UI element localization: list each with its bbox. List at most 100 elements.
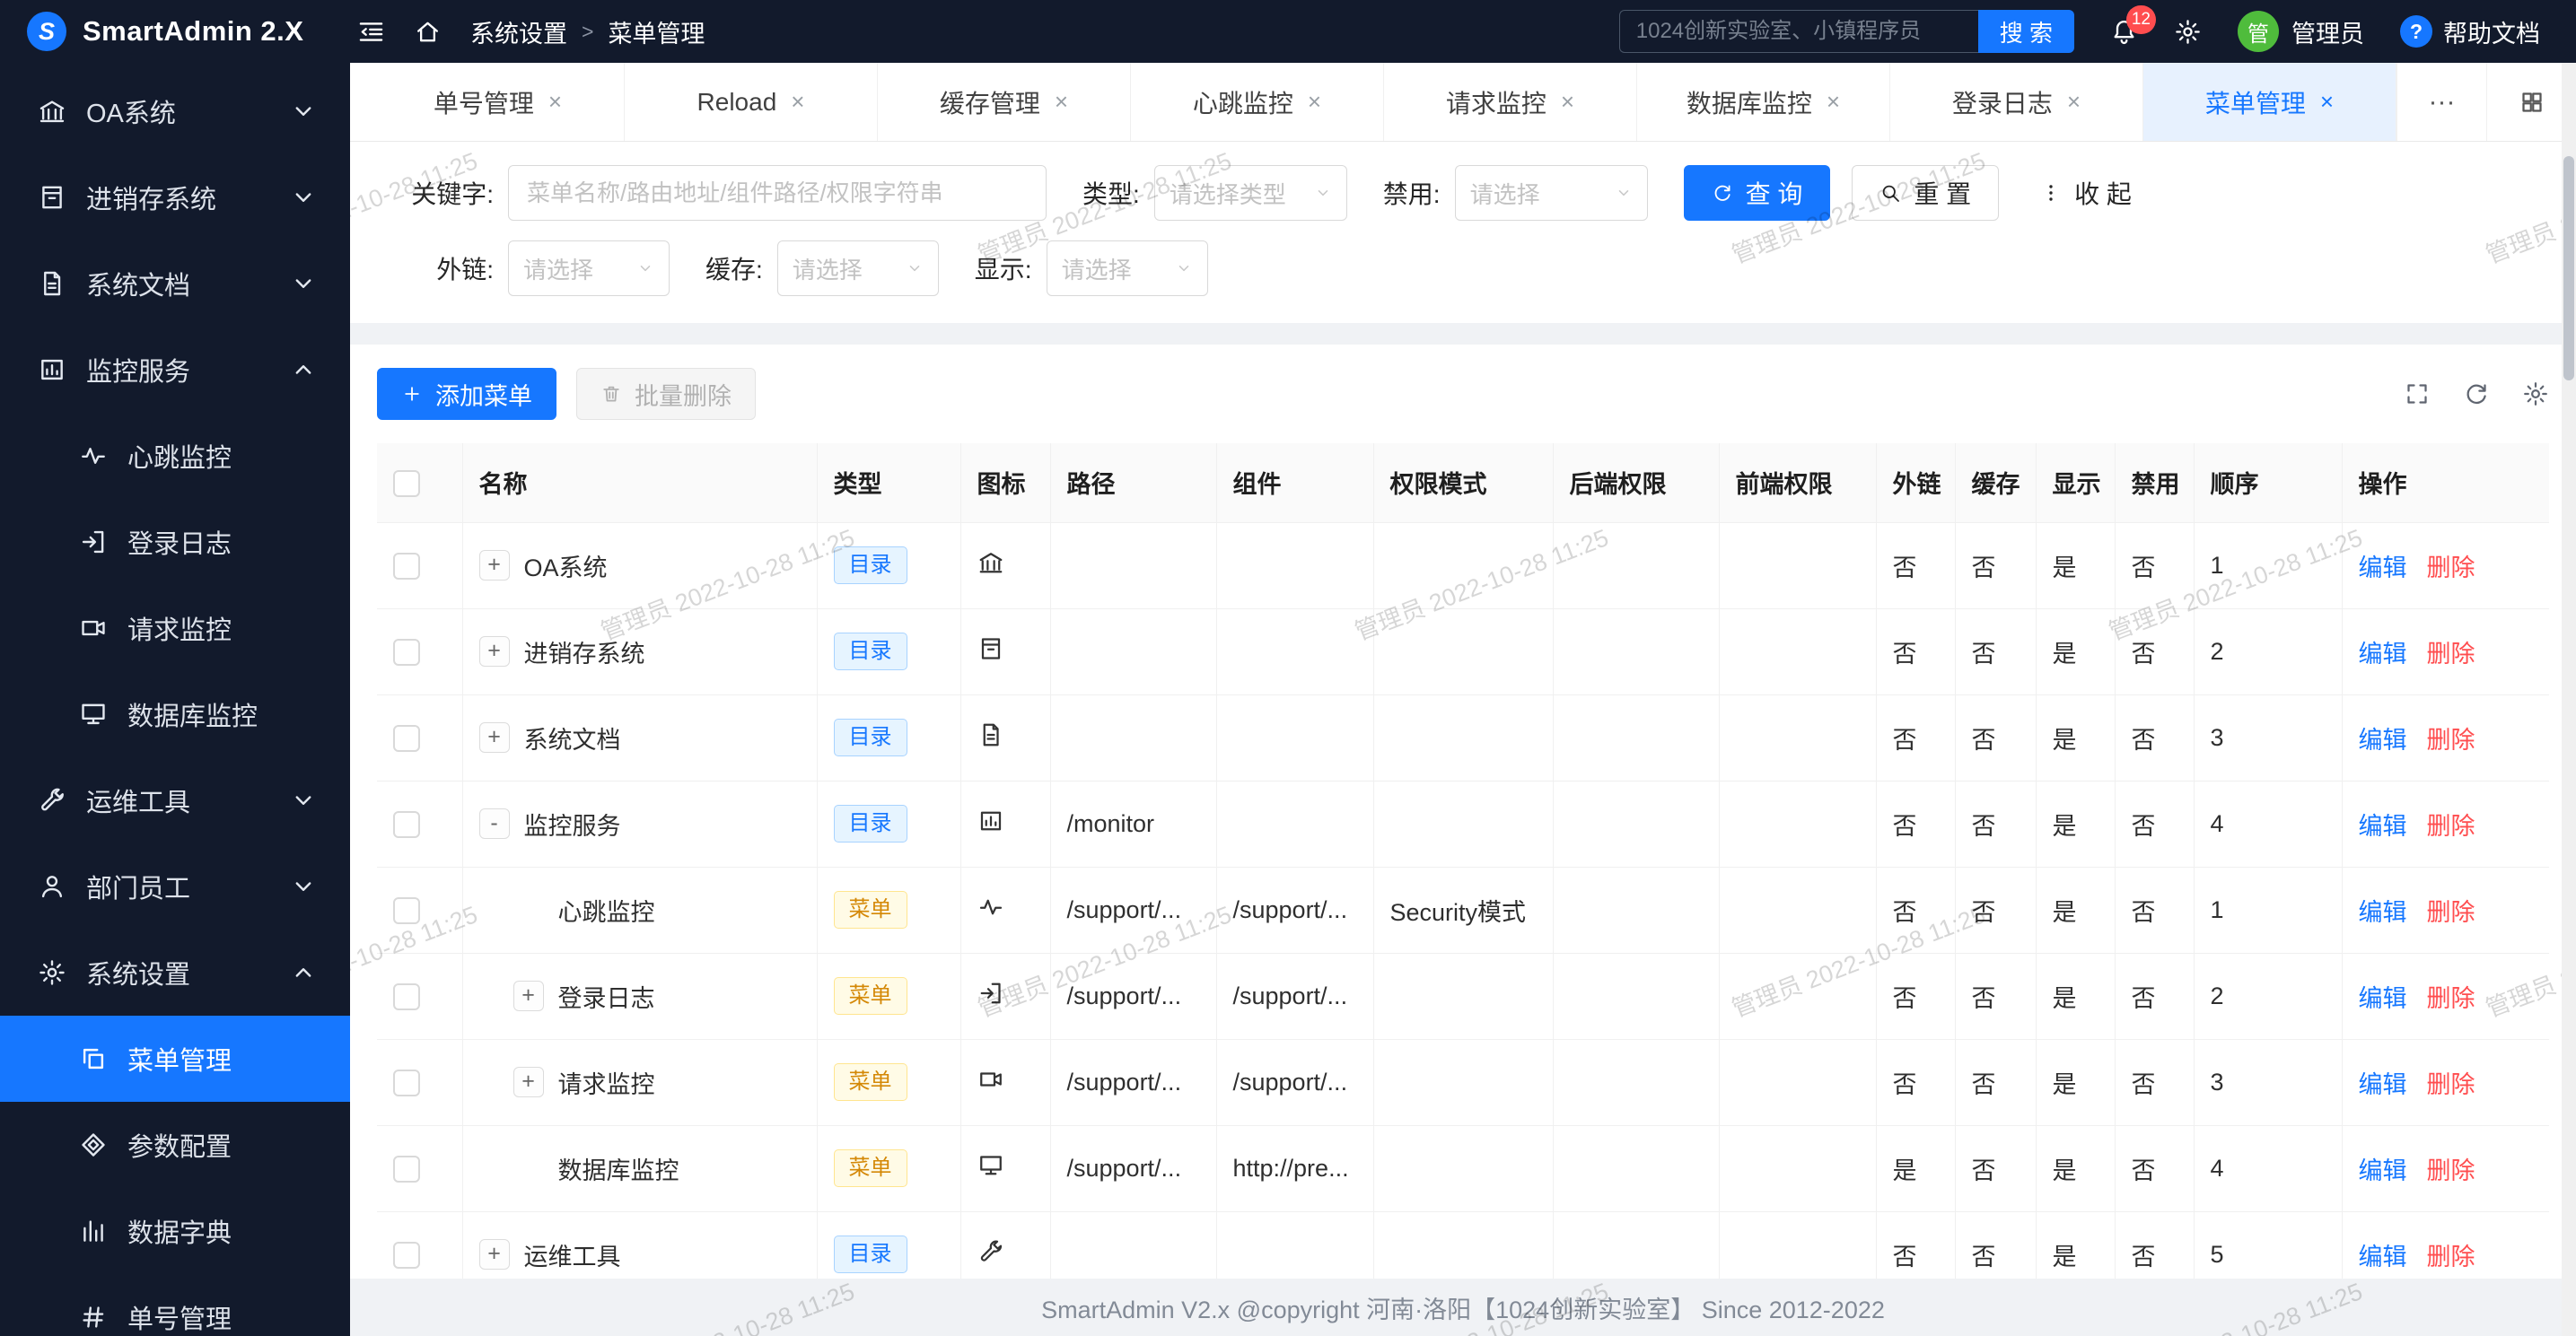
disabled-select[interactable]: 请选择 [1455,165,1648,221]
row-checkbox[interactable] [393,639,420,666]
table-settings-icon[interactable] [2522,380,2549,407]
delete-link[interactable]: 删除 [2427,985,2475,1012]
tabs-more-button[interactable]: ··· [2396,63,2486,141]
sidebar-item[interactable]: 数据字典 [0,1188,350,1274]
collapse-filters-button[interactable]: 收 起 [2013,165,2159,221]
edit-link[interactable]: 编辑 [2359,641,2407,668]
tab-close-icon[interactable]: × [1308,88,1321,116]
delete-link[interactable]: 删除 [2427,813,2475,840]
tab-item[interactable]: 数据库监控× [1637,63,1890,141]
edit-link[interactable]: 编辑 [2359,727,2407,754]
scrollbar[interactable] [2562,63,2576,1336]
expand-row-button[interactable]: + [513,981,544,1011]
home-icon[interactable] [414,18,442,46]
keyword-input[interactable] [508,165,1047,221]
cache-select[interactable]: 请选择 [777,240,939,296]
expand-row-button[interactable]: + [479,636,510,667]
display-select[interactable]: 请选择 [1047,240,1208,296]
delete-link[interactable]: 删除 [2427,554,2475,581]
delete-link[interactable]: 删除 [2427,1244,2475,1271]
expand-row-button[interactable]: + [513,1067,544,1097]
collapse-row-button[interactable]: - [479,808,510,839]
query-button[interactable]: 查 询 [1684,165,1831,221]
icon-cell [960,522,1050,608]
sidebar-item[interactable]: 部门员工 [0,843,350,930]
sidebar-item[interactable]: 登录日志 [0,499,350,585]
global-search-input[interactable] [1619,10,1978,53]
tab-item[interactable]: 缓存管理× [878,63,1131,141]
tab-close-icon[interactable]: × [2320,88,2334,116]
batch-delete-button[interactable]: 批量删除 [576,368,756,420]
delete-link[interactable]: 删除 [2427,1157,2475,1184]
tab-close-icon[interactable]: × [1827,88,1840,116]
fullscreen-icon[interactable] [2404,380,2431,407]
delete-link[interactable]: 删除 [2427,641,2475,668]
param-icon [79,1131,108,1159]
row-checkbox[interactable] [393,1070,420,1096]
add-menu-button[interactable]: 添加菜单 [377,368,556,420]
row-checkbox[interactable] [393,1156,420,1183]
tab-close-icon[interactable]: × [1055,88,1068,116]
sidebar-item[interactable]: 参数配置 [0,1102,350,1188]
sidebar-item[interactable]: 数据库监控 [0,671,350,757]
breadcrumb-section[interactable]: 系统设置 [470,14,567,49]
delete-link[interactable]: 删除 [2427,727,2475,754]
icon-cell [960,694,1050,781]
sidebar-item[interactable]: 单号管理 [0,1274,350,1336]
row-checkbox[interactable] [393,983,420,1010]
external-select[interactable]: 请选择 [508,240,670,296]
refresh-table-icon[interactable] [2463,380,2490,407]
row-checkbox[interactable] [393,725,420,752]
row-checkbox[interactable] [393,811,420,838]
row-checkbox[interactable] [393,1242,420,1269]
edit-link[interactable]: 编辑 [2359,1071,2407,1098]
delete-link[interactable]: 删除 [2427,899,2475,926]
tab-item[interactable]: 心跳监控× [1131,63,1384,141]
row-name: 心跳监控 [558,893,655,928]
expand-row-button[interactable]: + [479,550,510,581]
row-checkbox[interactable] [393,470,420,497]
scrollbar-thumb[interactable] [2563,156,2574,380]
sidebar-item[interactable]: OA系统 [0,68,350,154]
tab-close-icon[interactable]: × [1561,88,1574,116]
type-cell: 目录 [817,1211,960,1279]
row-checkbox[interactable] [393,553,420,580]
sidebar-item[interactable]: 进销存系统 [0,154,350,240]
logo[interactable]: S SmartAdmin 2.X [0,12,350,51]
type-select[interactable]: 请选择类型 [1154,165,1347,221]
row-checkbox[interactable] [393,897,420,924]
sidebar-item[interactable]: 心跳监控 [0,413,350,499]
sidebar-item[interactable]: 系统设置 [0,930,350,1016]
tab-close-icon[interactable]: × [2067,88,2081,116]
expand-row-button[interactable]: + [479,722,510,753]
tab-item[interactable]: 登录日志× [1890,63,2143,141]
sidebar-item[interactable]: 运维工具 [0,757,350,843]
tab-close-icon[interactable]: × [548,88,562,116]
edit-link[interactable]: 编辑 [2359,554,2407,581]
edit-link[interactable]: 编辑 [2359,1157,2407,1184]
notification-badge: 12 [2126,5,2156,34]
tab-item[interactable]: Reload× [625,63,878,141]
tab-close-icon[interactable]: × [791,88,804,116]
notifications-button[interactable]: 12 [2110,18,2138,46]
collapse-sidebar-icon[interactable] [357,18,385,46]
tab-item[interactable]: 菜单管理× [2143,63,2396,141]
edit-link[interactable]: 编辑 [2359,813,2407,840]
user-menu[interactable]: 管 管理员 [2238,11,2364,52]
reset-button[interactable]: 重 置 [1852,165,1999,221]
topbar-settings-icon[interactable] [2174,18,2202,46]
edit-link[interactable]: 编辑 [2359,899,2407,926]
sidebar-item[interactable]: 监控服务 [0,327,350,413]
breadcrumb-page[interactable]: 菜单管理 [608,14,705,49]
delete-link[interactable]: 删除 [2427,1071,2475,1098]
help-link[interactable]: ? 帮助文档 [2400,14,2540,49]
tab-item[interactable]: 请求监控× [1384,63,1637,141]
sidebar-item[interactable]: 菜单管理 [0,1016,350,1102]
global-search-button[interactable]: 搜 索 [1978,10,2074,53]
sidebar-item[interactable]: 系统文档 [0,240,350,327]
edit-link[interactable]: 编辑 [2359,985,2407,1012]
tab-item[interactable]: 单号管理× [372,63,625,141]
expand-row-button[interactable]: + [479,1239,510,1270]
sidebar-item[interactable]: 请求监控 [0,585,350,671]
edit-link[interactable]: 编辑 [2359,1244,2407,1271]
